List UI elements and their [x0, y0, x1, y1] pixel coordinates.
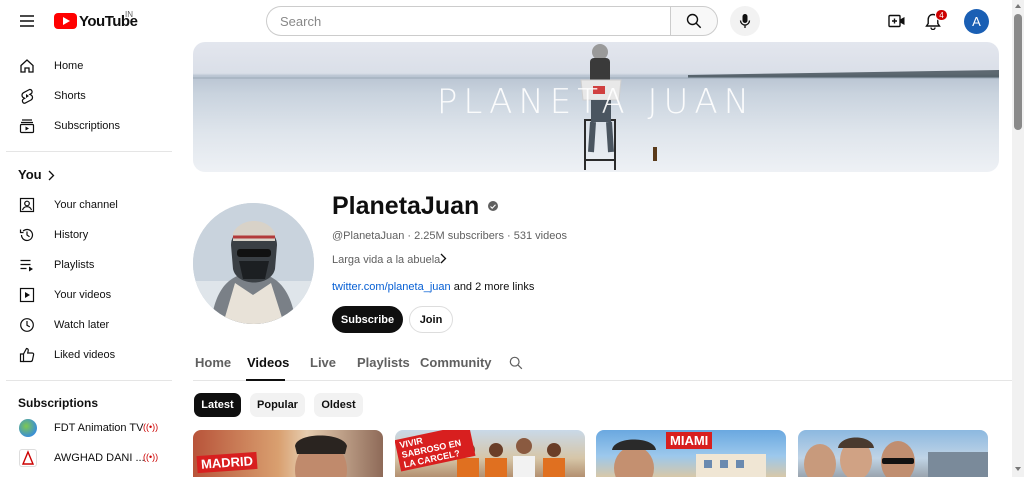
scroll-down-arrow-icon[interactable]	[1015, 467, 1021, 471]
channel-avatar	[19, 419, 37, 437]
tab-live[interactable]: Live	[310, 355, 336, 370]
tab-videos[interactable]: Videos	[247, 355, 289, 370]
channel-avatar-large	[193, 203, 314, 324]
live-indicator-icon: ((•))	[143, 422, 159, 432]
menu-icon[interactable]	[14, 9, 40, 33]
subscriptions-heading: Subscriptions	[18, 396, 99, 410]
channel-banner: PLANETA JUAN	[193, 42, 999, 172]
search-bar	[266, 6, 718, 36]
sidebar-item-playlists[interactable]: Playlists	[6, 250, 172, 280]
tab-community[interactable]: Community	[420, 355, 492, 370]
chip-oldest[interactable]: Oldest	[314, 393, 363, 417]
sidebar-item-liked-videos[interactable]: Liked videos	[6, 340, 172, 370]
tab-playlists[interactable]: Playlists	[357, 355, 410, 370]
channel-description[interactable]: Larga vida a la abuela	[332, 254, 440, 266]
home-icon	[19, 58, 35, 74]
channel-link[interactable]: twitter.com/planeta_juan	[332, 281, 451, 293]
sidebar-item-shorts[interactable]: Shorts	[6, 81, 172, 111]
sidebar-item-home[interactable]: Home	[6, 51, 172, 81]
sidebar-item-label: Your videos	[54, 289, 112, 301]
more-links[interactable]: and 2 more links	[451, 281, 535, 293]
create-button[interactable]	[884, 9, 910, 33]
microphone-icon	[739, 14, 751, 28]
sidebar-divider	[6, 151, 172, 152]
banner-title: PLANETA JUAN	[436, 82, 756, 122]
notification-badge: 4	[935, 9, 948, 21]
subscriptions-icon	[19, 118, 35, 134]
playlists-icon	[19, 257, 35, 273]
channel-meta: @PlanetaJuan · 2.25M subscribers · 531 v…	[332, 230, 567, 242]
sidebar-divider	[6, 380, 172, 381]
tab-home[interactable]: Home	[195, 355, 231, 370]
sidebar-item-history[interactable]: History	[6, 220, 172, 250]
liked-videos-icon	[19, 347, 35, 363]
sidebar-you-header[interactable]: You	[6, 159, 172, 189]
sidebar-item-label: Playlists	[54, 259, 95, 271]
video-thumbnail[interactable]	[798, 430, 988, 477]
subscription-label: FDT Animation TV	[54, 422, 144, 434]
subscribe-button[interactable]: Subscribe	[332, 306, 403, 333]
chip-latest[interactable]: Latest	[194, 393, 241, 417]
sidebar-item-label: Subscriptions	[54, 120, 121, 132]
verified-badge-icon	[488, 201, 498, 211]
sidebar-item-your-videos[interactable]: Your videos	[6, 280, 172, 310]
sidebar-item-label: Watch later	[54, 319, 110, 331]
channel-search-icon[interactable]	[509, 356, 523, 370]
thumbnail-tag: MIAMI	[666, 432, 713, 449]
history-icon	[19, 227, 35, 243]
voice-search-button[interactable]	[730, 6, 760, 36]
search-input[interactable]	[266, 6, 671, 36]
channel-avatar	[19, 449, 37, 467]
sidebar-item-label: Home	[54, 60, 84, 72]
join-button[interactable]: Join	[409, 306, 453, 333]
chevron-right-icon[interactable]	[440, 253, 447, 267]
sidebar-item-label: Shorts	[54, 90, 86, 102]
sidebar-subscription-fdt-animation-tv[interactable]: FDT Animation TV ((•))	[6, 413, 172, 443]
channel-tabs: Home Videos Live Playlists Community	[193, 345, 1012, 381]
chevron-right-icon	[48, 168, 55, 186]
your-channel-icon	[19, 197, 35, 213]
subscription-label: AWGHAD DANI ...	[54, 452, 145, 464]
sidebar-item-watch-later[interactable]: Watch later	[6, 310, 172, 340]
you-heading: You	[18, 166, 42, 182]
scrollbar-thumb[interactable]	[1014, 14, 1022, 130]
live-indicator-icon: ((•))	[143, 452, 159, 462]
sidebar-item-label: Liked videos	[54, 349, 116, 361]
sidebar-subscription-awghad-dani[interactable]: AWGHAD DANI ... ((•))	[6, 443, 172, 473]
top-bar: YouTube IN 4 A	[0, 0, 1012, 42]
video-thumbnail[interactable]: VIVIR SABROSO EN LA CARCEL?	[395, 430, 585, 477]
video-thumbnail[interactable]: MADRID	[193, 430, 383, 477]
scroll-up-arrow-icon[interactable]	[1015, 4, 1021, 8]
sidebar-item-subscriptions[interactable]: Subscriptions	[6, 111, 172, 141]
video-thumbnail[interactable]: MIAMI	[596, 430, 786, 477]
sidebar-item-your-channel[interactable]: Your channel	[6, 190, 172, 220]
channel-links: twitter.com/planeta_juan and 2 more link…	[332, 281, 534, 293]
youtube-play-icon	[54, 13, 77, 29]
sidebar-item-label: History	[54, 229, 89, 241]
page-scrollbar[interactable]	[1012, 0, 1024, 477]
search-button[interactable]	[670, 6, 718, 36]
account-avatar[interactable]: A	[964, 9, 989, 34]
thumbnail-image	[804, 437, 988, 477]
chip-popular[interactable]: Popular	[250, 393, 305, 417]
active-tab-indicator	[246, 379, 285, 381]
watch-later-icon	[19, 317, 35, 333]
channel-name: PlanetaJuan	[332, 192, 480, 220]
create-video-icon	[888, 14, 905, 28]
your-videos-icon	[19, 287, 35, 303]
search-icon	[686, 13, 702, 29]
sidebar: Home Shorts Subscriptions You Your chann…	[0, 42, 180, 477]
logo-region: IN	[125, 10, 133, 19]
shorts-icon	[19, 88, 35, 104]
sidebar-item-label: Your channel	[54, 199, 118, 211]
